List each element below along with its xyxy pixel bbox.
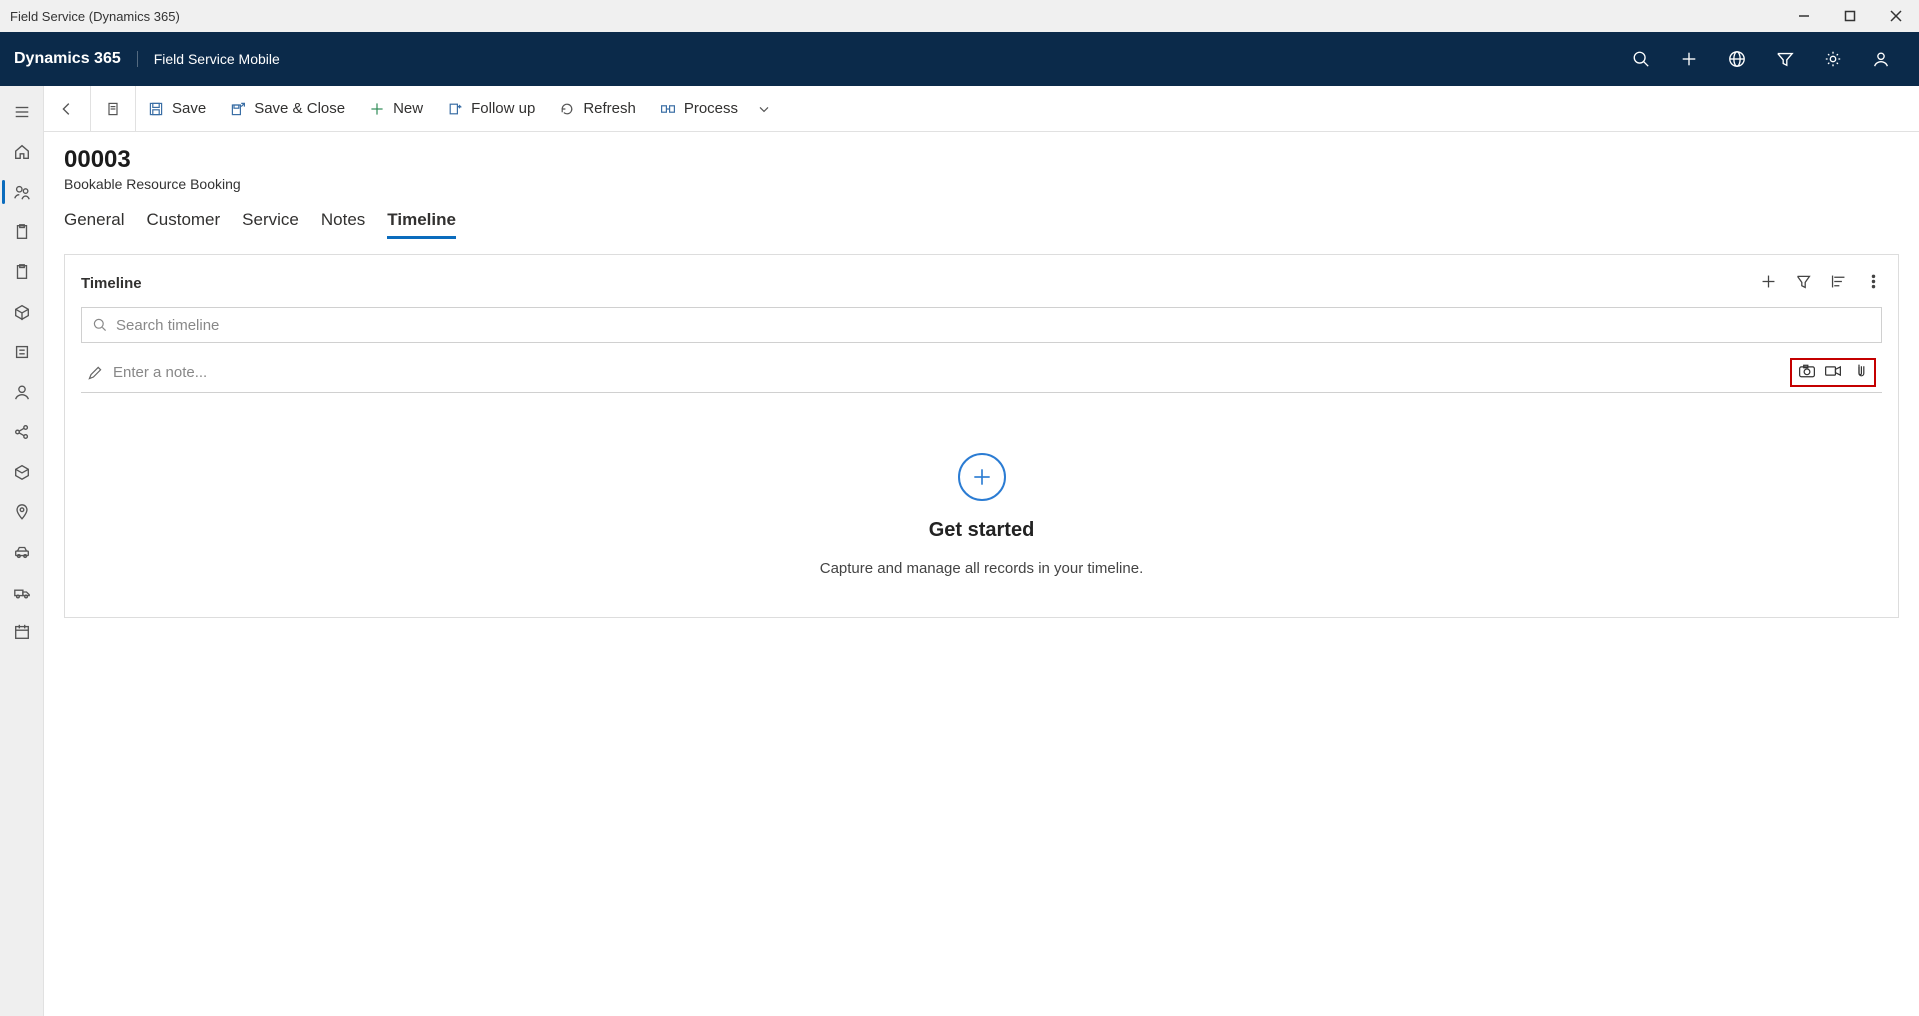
back-button[interactable] (44, 86, 91, 131)
timeline-add-icon[interactable] (1760, 273, 1777, 293)
timeline-search-input[interactable] (116, 317, 1871, 334)
window-titlebar: Field Service (Dynamics 365) (0, 0, 1919, 32)
timeline-note-input[interactable] (113, 364, 1780, 381)
timeline-empty-add-button[interactable] (958, 453, 1006, 501)
nav-share-icon[interactable] (0, 412, 44, 452)
timeline-more-icon[interactable] (1865, 273, 1882, 293)
camera-icon[interactable] (1798, 363, 1816, 382)
nav-device-icon[interactable] (0, 332, 44, 372)
tab-customer[interactable]: Customer (146, 210, 220, 238)
timeline-search[interactable] (81, 307, 1882, 343)
tab-general[interactable]: General (64, 210, 124, 238)
save-close-label: Save & Close (254, 100, 345, 117)
settings-gear-icon[interactable] (1809, 32, 1857, 86)
timeline-attach-group (1790, 358, 1876, 387)
nav-calendar-icon[interactable] (0, 612, 44, 652)
window-maximize-button[interactable] (1827, 0, 1873, 32)
save-close-button[interactable]: Save & Close (218, 86, 357, 131)
profile-icon[interactable] (1857, 32, 1905, 86)
timeline-empty-title: Get started (929, 519, 1035, 542)
app-bar: Dynamics 365 Field Service Mobile (0, 32, 1919, 86)
nav-home-icon[interactable] (0, 132, 44, 172)
record-type: Bookable Resource Booking (64, 176, 1899, 192)
nav-bookings-icon[interactable] (0, 172, 44, 212)
new-label: New (393, 100, 423, 117)
save-label: Save (172, 100, 206, 117)
window-minimize-button[interactable] (1781, 0, 1827, 32)
attachment-icon[interactable] (1850, 363, 1868, 382)
nav-truck-icon[interactable] (0, 572, 44, 612)
nav-location-icon[interactable] (0, 492, 44, 532)
left-nav-rail (0, 86, 44, 1016)
nav-car-icon[interactable] (0, 532, 44, 572)
refresh-button[interactable]: Refresh (547, 86, 648, 131)
timeline-filter-icon[interactable] (1795, 273, 1812, 293)
filter-icon[interactable] (1761, 32, 1809, 86)
timeline-card: Timeline (64, 254, 1899, 618)
process-label: Process (684, 100, 738, 117)
globe-icon[interactable] (1713, 32, 1761, 86)
command-overflow-chevron[interactable] (750, 86, 778, 131)
add-icon[interactable] (1665, 32, 1713, 86)
tab-service[interactable]: Service (242, 210, 299, 238)
record-header: 00003 Bookable Resource Booking (44, 132, 1919, 192)
nav-clipboard2-icon[interactable] (0, 252, 44, 292)
search-icon[interactable] (1617, 32, 1665, 86)
timeline-empty-subtitle: Capture and manage all records in your t… (820, 560, 1144, 577)
pencil-icon (87, 365, 103, 381)
app-title: Field Service Mobile (138, 51, 280, 67)
record-id: 00003 (64, 146, 1899, 174)
nav-package-icon[interactable] (0, 292, 44, 332)
record-tabs: General Customer Service Notes Timeline (44, 192, 1919, 238)
video-icon[interactable] (1824, 363, 1842, 382)
form-selector-icon[interactable] (91, 86, 136, 131)
app-brand: Dynamics 365 (14, 51, 138, 67)
timeline-note-row (81, 353, 1882, 393)
timeline-sort-icon[interactable] (1830, 273, 1847, 293)
nav-menu-icon[interactable] (0, 92, 44, 132)
tab-timeline[interactable]: Timeline (387, 210, 456, 238)
nav-box-icon[interactable] (0, 452, 44, 492)
nav-clipboard1-icon[interactable] (0, 212, 44, 252)
tab-notes[interactable]: Notes (321, 210, 365, 238)
command-bar: Save Save & Close New Follow up Refresh … (44, 86, 1919, 132)
nav-person-icon[interactable] (0, 372, 44, 412)
follow-up-button[interactable]: Follow up (435, 86, 547, 131)
new-button[interactable]: New (357, 86, 435, 131)
window-close-button[interactable] (1873, 0, 1919, 32)
process-button[interactable]: Process (648, 86, 750, 131)
window-title: Field Service (Dynamics 365) (10, 9, 1781, 24)
timeline-empty-state: Get started Capture and manage all recor… (81, 393, 1882, 577)
refresh-label: Refresh (583, 100, 636, 117)
save-button[interactable]: Save (136, 86, 218, 131)
follow-up-label: Follow up (471, 100, 535, 117)
timeline-title: Timeline (81, 275, 1760, 292)
